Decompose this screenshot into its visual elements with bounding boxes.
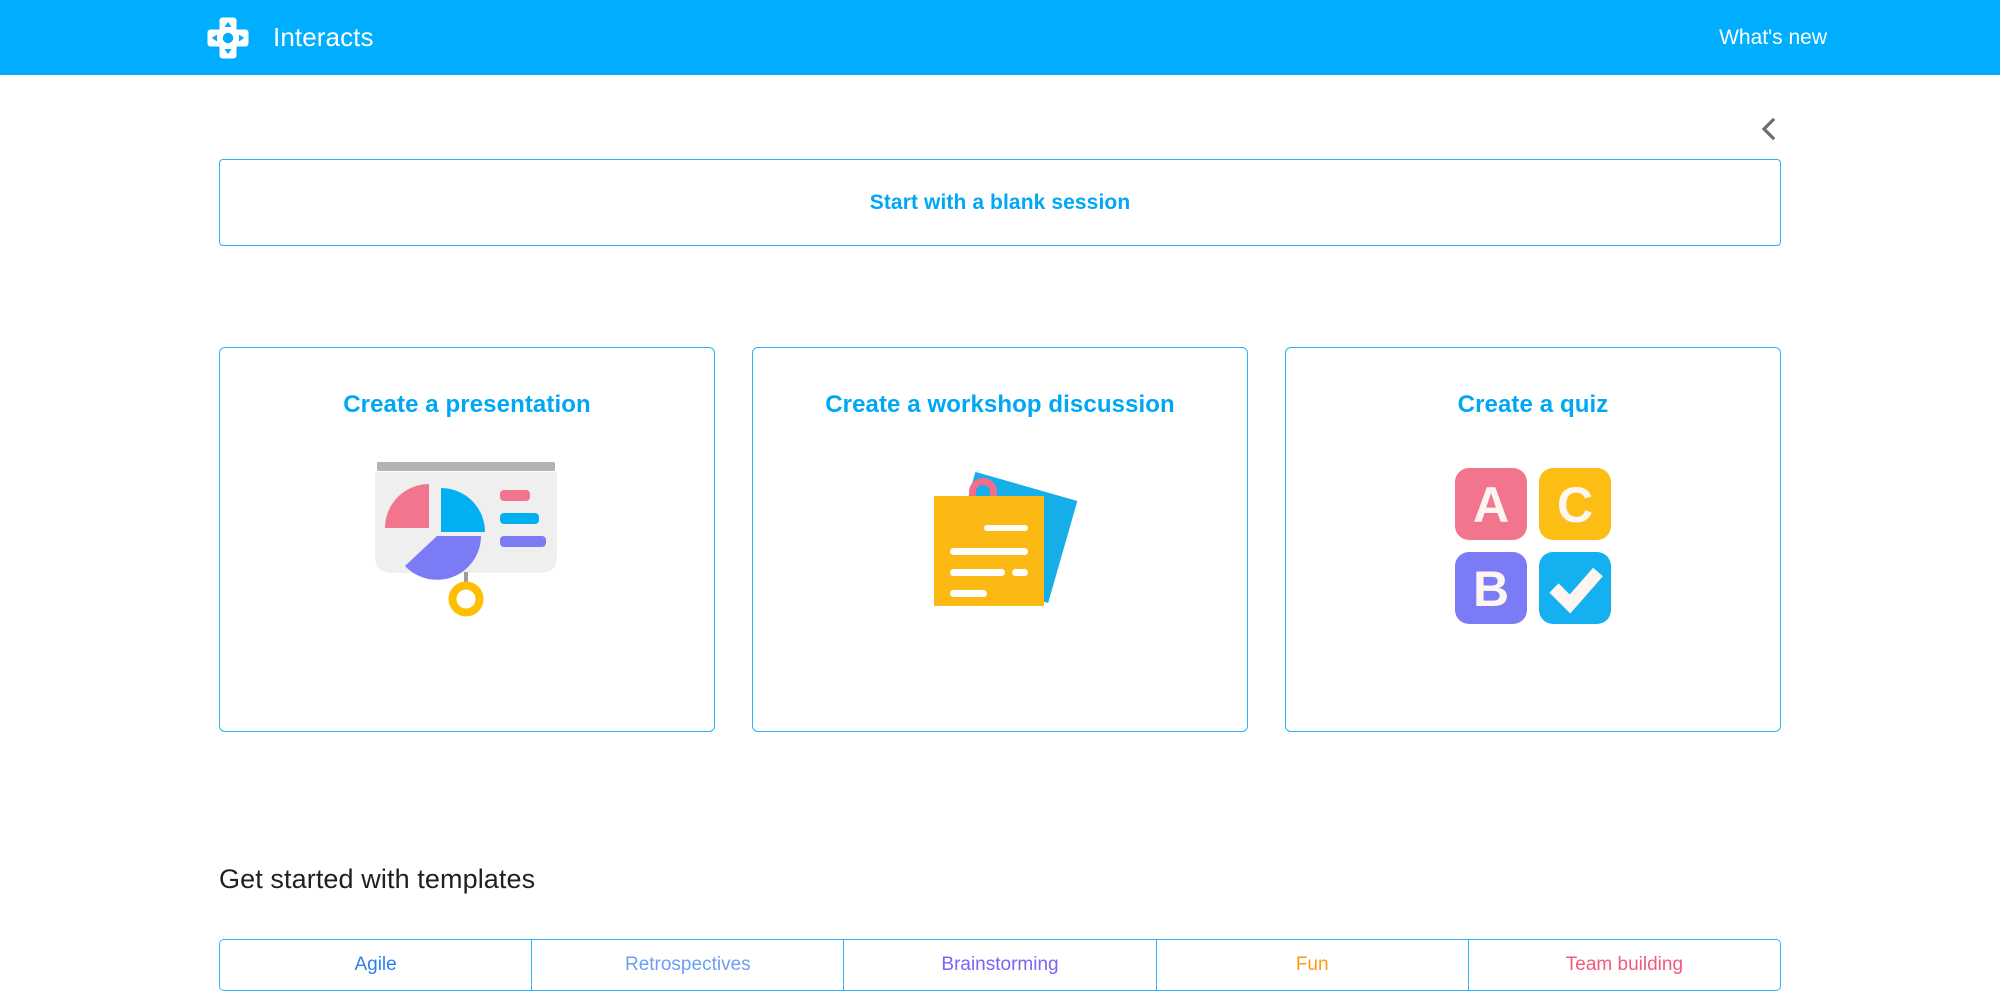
card-create-quiz[interactable]: Create a quiz A C B xyxy=(1285,347,1781,732)
session-type-cards: Create a presentation xyxy=(219,347,1781,732)
chevron-left-icon xyxy=(1761,117,1777,141)
page-body: Start with a blank session What session … xyxy=(0,75,2000,971)
tab-agile-label: Agile xyxy=(354,954,396,976)
quiz-tile-letter-c: C xyxy=(1557,477,1593,533)
quiz-tile-letter-b: B xyxy=(1473,561,1509,617)
card-create-workshop-discussion[interactable]: Create a workshop discussion xyxy=(752,347,1248,732)
card-title-workshop: Create a workshop discussion xyxy=(753,391,1247,419)
presentation-pie-chart-icon xyxy=(220,458,714,698)
app-header: Interacts What's new xyxy=(0,0,2000,75)
tab-team-building-label: Team building xyxy=(1566,954,1683,976)
tab-fun-label: Fun xyxy=(1296,954,1329,976)
back-button[interactable] xyxy=(1751,111,1787,147)
tab-retrospectives-label: Retrospectives xyxy=(625,954,751,976)
tab-agile[interactable]: Agile xyxy=(220,940,532,990)
card-create-presentation[interactable]: Create a presentation xyxy=(219,347,715,732)
tab-brainstorming-label: Brainstorming xyxy=(941,954,1058,976)
tab-team-building[interactable]: Team building xyxy=(1469,940,1780,990)
card-title-quiz: Create a quiz xyxy=(1286,391,1780,419)
sticky-note-paperclip-icon xyxy=(753,458,1247,698)
card-title-presentation: Create a presentation xyxy=(220,391,714,419)
quiz-answer-tiles-icon: A C B xyxy=(1286,458,1780,698)
tab-retrospectives[interactable]: Retrospectives xyxy=(532,940,844,990)
start-blank-session-button[interactable]: Start with a blank session xyxy=(219,159,1781,246)
dpad-cross-icon xyxy=(205,15,251,61)
quiz-tile-letter-a: A xyxy=(1473,477,1509,533)
brand: Interacts xyxy=(205,15,374,61)
tab-brainstorming[interactable]: Brainstorming xyxy=(844,940,1156,990)
app-title: Interacts xyxy=(273,22,374,53)
whats-new-label: What's new xyxy=(1719,26,1827,50)
whats-new-link[interactable]: What's new xyxy=(1719,0,2000,75)
templates-heading: Get started with templates xyxy=(219,864,535,895)
start-blank-session-label: Start with a blank session xyxy=(870,191,1131,215)
tab-fun[interactable]: Fun xyxy=(1157,940,1469,990)
template-category-tabs: Agile Retrospectives Brainstorming Fun T… xyxy=(219,939,1781,991)
